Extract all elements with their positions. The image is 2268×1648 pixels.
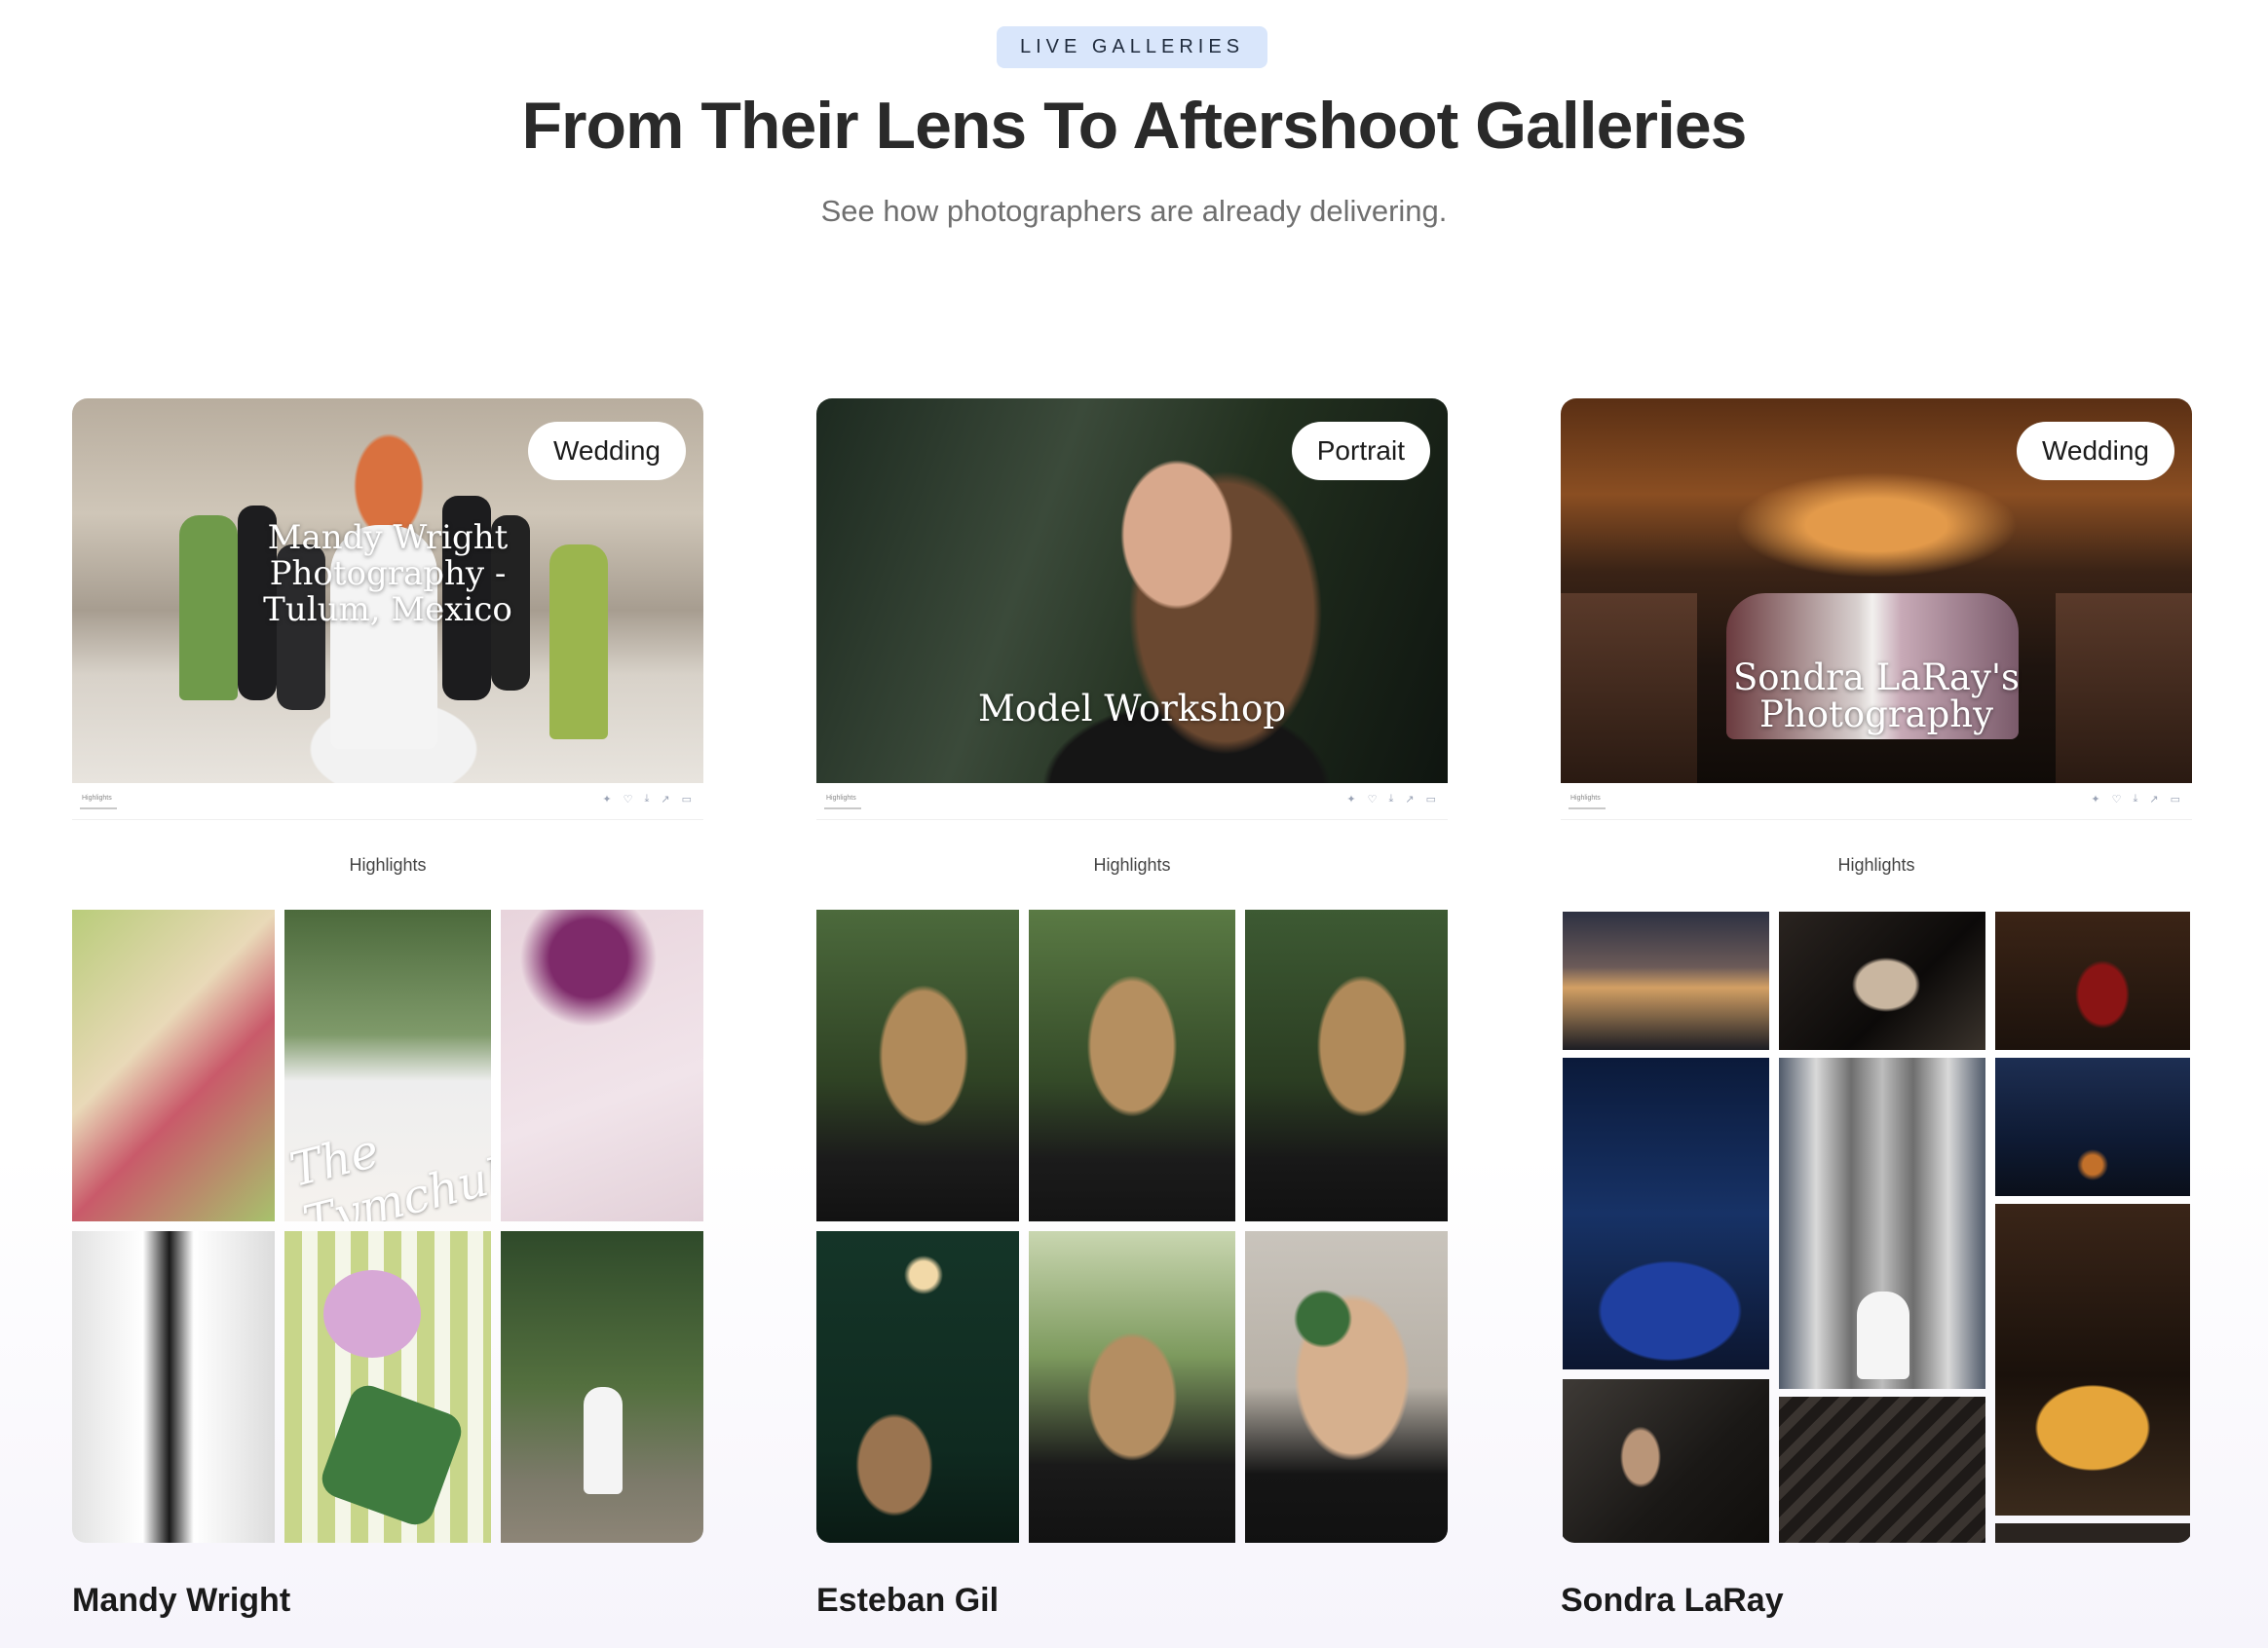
- photo-tile[interactable]: The Tymchuks: [284, 910, 491, 1221]
- photo-tile[interactable]: [1245, 1231, 1448, 1543]
- photo-tile[interactable]: [1779, 912, 1985, 1050]
- gallery-hero-image[interactable]: Mandy Wright Photography - Tulum, Mexico…: [72, 398, 703, 783]
- photographer-name[interactable]: Esteban Gil: [816, 1582, 999, 1620]
- gallery-hero-title: Model Workshop: [977, 688, 1287, 730]
- toolbar-highlights-tab[interactable]: Highlights: [82, 795, 112, 802]
- photo-tile[interactable]: [1995, 912, 2190, 1050]
- download-icon[interactable]: ⤓: [1389, 793, 1394, 805]
- highlights-label: Highlights: [1837, 855, 1915, 875]
- heart-icon[interactable]: ♡: [1368, 793, 1378, 805]
- pin-icon[interactable]: ✦: [1346, 793, 1355, 805]
- photo-overlay-text: The Tymchuks: [284, 1123, 491, 1221]
- section-title: From Their Lens To Aftershoot Galleries: [521, 89, 1748, 163]
- photo-tile[interactable]: [72, 910, 275, 1221]
- gallery-photo-grid: The Tymchuks: [72, 910, 703, 1543]
- highlights-label: Highlights: [349, 855, 427, 875]
- photo-tile[interactable]: [1029, 910, 1235, 1221]
- photo-tile[interactable]: [816, 910, 1019, 1221]
- photographer-name[interactable]: Mandy Wright: [72, 1582, 290, 1620]
- gallery-hero-title: Sondra LaRay's Photography: [1732, 656, 2021, 735]
- share-icon[interactable]: ↗: [2149, 793, 2158, 805]
- photo-tile[interactable]: [1779, 1397, 1985, 1543]
- gallery-card-esteban-gil[interactable]: Model Workshop Portrait Highlights ✦ ♡ ⤓…: [816, 398, 1448, 1619]
- photo-tile[interactable]: [1563, 912, 1769, 1050]
- download-icon[interactable]: ⤓: [645, 793, 650, 805]
- share-icon[interactable]: ↗: [1405, 793, 1414, 805]
- category-tag: Wedding: [527, 422, 686, 480]
- photo-tile[interactable]: [1245, 910, 1448, 1221]
- gallery-photo-grid: [1561, 910, 2192, 1543]
- gallery-toolbar: Highlights ✦ ♡ ⤓ ↗ ▭: [816, 783, 1448, 820]
- photo-tile[interactable]: [501, 1231, 703, 1543]
- tab-underline: [1569, 807, 1606, 809]
- photo-tile[interactable]: [1995, 1058, 2190, 1196]
- toolbar-highlights-tab[interactable]: Highlights: [826, 795, 856, 802]
- photo-tile[interactable]: [1995, 1523, 2190, 1543]
- chat-icon[interactable]: ▭: [2171, 793, 2180, 805]
- photo-tile[interactable]: [1563, 1058, 1769, 1369]
- pin-icon[interactable]: ✦: [2091, 793, 2099, 805]
- gallery-card-sondra-laray[interactable]: Sondra LaRay's Photography Wedding Highl…: [1561, 398, 2192, 1619]
- section-subtitle: See how photographers are already delive…: [820, 194, 1448, 228]
- gallery-card-mandy-wright[interactable]: Mandy Wright Photography - Tulum, Mexico…: [72, 398, 703, 1619]
- gallery-photo-grid: [816, 910, 1448, 1543]
- tab-underline: [80, 807, 117, 809]
- heart-icon[interactable]: ♡: [2112, 793, 2122, 805]
- photo-tile[interactable]: [501, 910, 703, 1221]
- photo-tile[interactable]: [1779, 1058, 1985, 1389]
- photo-tile[interactable]: [1563, 1379, 1769, 1543]
- live-galleries-badge: LIVE GALLERIES: [997, 26, 1267, 68]
- photo-tile[interactable]: [816, 1231, 1019, 1543]
- tab-underline: [824, 807, 861, 809]
- chat-icon[interactable]: ▭: [682, 793, 692, 805]
- download-icon[interactable]: ⤓: [2134, 793, 2138, 805]
- pin-icon[interactable]: ✦: [602, 793, 611, 805]
- photo-tile[interactable]: [1029, 1231, 1235, 1543]
- chat-icon[interactable]: ▭: [1426, 793, 1436, 805]
- heart-icon[interactable]: ♡: [624, 793, 633, 805]
- photo-tile[interactable]: [1995, 1204, 2190, 1516]
- category-tag: Portrait: [1291, 422, 1430, 480]
- photographer-name[interactable]: Sondra LaRay: [1561, 1582, 1784, 1620]
- share-icon[interactable]: ↗: [661, 793, 669, 805]
- gallery-toolbar: Highlights ✦ ♡ ⤓ ↗ ▭: [1561, 783, 2192, 820]
- toolbar-highlights-tab[interactable]: Highlights: [1570, 795, 1601, 802]
- gallery-hero-image[interactable]: Model Workshop Portrait: [816, 398, 1448, 783]
- photo-tile[interactable]: [284, 1231, 491, 1543]
- gallery-toolbar: Highlights ✦ ♡ ⤓ ↗ ▭: [72, 783, 703, 820]
- gallery-hero-title: Mandy Wright Photography - Tulum, Mexico: [263, 518, 512, 629]
- photo-tile[interactable]: [72, 1231, 275, 1543]
- category-tag: Wedding: [2016, 422, 2174, 480]
- gallery-hero-image[interactable]: Sondra LaRay's Photography Wedding: [1561, 398, 2192, 783]
- highlights-label: Highlights: [1093, 855, 1171, 875]
